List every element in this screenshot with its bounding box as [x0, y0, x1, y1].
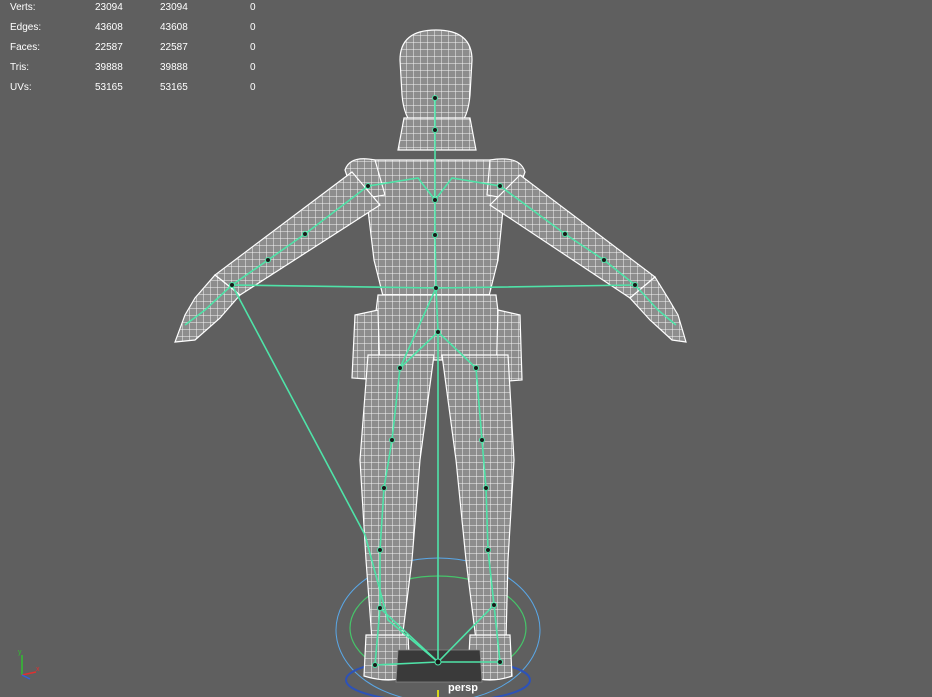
hud-label: Tris: [10, 62, 30, 73]
svg-text:x: x [36, 666, 40, 673]
hud-value: 43608 [95, 22, 123, 33]
hud-label: Edges: [10, 22, 42, 33]
mesh-collar [397, 117, 477, 151]
hud-value: 53165 [160, 82, 188, 93]
hud-value: 39888 [95, 62, 123, 73]
character-mesh[interactable] [174, 29, 687, 683]
hud-value: 22587 [95, 42, 123, 53]
hud-value: 0 [250, 22, 256, 33]
mesh-head [399, 29, 473, 131]
hud-value: 53165 [95, 82, 123, 93]
hud-value: 0 [250, 82, 256, 93]
maya-viewport[interactable]: y x Verts: 23094 23094 0 Edges: 43608 43… [0, 0, 932, 697]
hud-value: 0 [250, 2, 256, 13]
viewport-scene[interactable]: y x [0, 0, 932, 697]
camera-name-label: persp [448, 682, 478, 694]
hud-label: Faces: [10, 42, 41, 53]
hud-label: Verts: [10, 2, 36, 13]
hud-value: 0 [250, 42, 256, 53]
hud-value: 23094 [160, 2, 188, 13]
hud-value: 23094 [95, 2, 123, 13]
hud-value: 0 [250, 62, 256, 73]
hud-value: 39888 [160, 62, 188, 73]
hud-value: 22587 [160, 42, 188, 53]
mesh-arm-left [214, 171, 381, 296]
mesh-arm-right [489, 174, 656, 299]
hud-value: 43608 [160, 22, 188, 33]
view-axis-icon: y x [18, 649, 40, 680]
hud-label: UVs: [10, 82, 32, 93]
svg-text:y: y [18, 649, 22, 656]
